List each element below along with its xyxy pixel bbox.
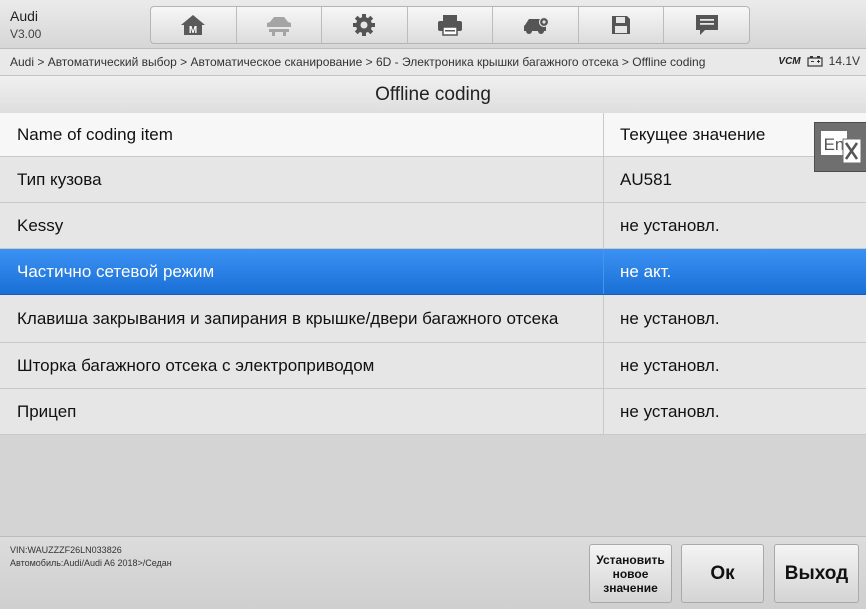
- row-value: не установл.: [620, 308, 720, 328]
- printer-icon: [438, 15, 463, 36]
- column-header-name: Name of coding item: [0, 113, 604, 156]
- table-row[interactable]: Шторка багажного отсека с электроприводо…: [0, 343, 866, 389]
- breadcrumb-bar: Audi > Автоматический выбор > Автоматиче…: [0, 49, 866, 76]
- voltage-readout: 14.1V: [828, 54, 860, 68]
- row-name: Тип кузова: [0, 157, 604, 202]
- translate-label: En: [823, 135, 844, 154]
- status-area: VCM 14.1V: [778, 54, 860, 68]
- app-name: Audi: [10, 8, 39, 24]
- toolbar: M: [150, 6, 750, 44]
- row-name: Kessy: [0, 203, 604, 248]
- home-m-icon: M: [181, 15, 206, 36]
- app-version: V3.00: [10, 27, 42, 41]
- top-bar: Audi V3.00 M: [0, 0, 866, 49]
- coding-table: Name of coding item Текущее значение Тип…: [0, 113, 866, 435]
- save-button[interactable]: [579, 7, 665, 43]
- ok-button[interactable]: Ок: [681, 544, 764, 603]
- table-header: Name of coding item Текущее значение: [0, 113, 866, 157]
- row-name: Частично сетевой режим: [0, 249, 604, 294]
- translate-button[interactable]: En: [814, 122, 866, 172]
- row-value: не установл.: [620, 215, 720, 235]
- row-name: Шторка багажного отсека с электроприводо…: [0, 343, 604, 388]
- messages-button[interactable]: [664, 7, 749, 43]
- table-row[interactable]: Тип кузова AU581: [0, 157, 866, 203]
- floppy-disk-icon: [612, 16, 631, 34]
- row-value: не установл.: [620, 355, 720, 375]
- page-title: Offline coding: [0, 76, 866, 114]
- row-name: Прицеп: [0, 389, 604, 434]
- vin-text: VIN:WAUZZZF26LN033826: [10, 545, 122, 555]
- table-row-selected[interactable]: Частично сетевой режим не акт.: [0, 249, 866, 295]
- print-button[interactable]: [408, 7, 494, 43]
- exit-button[interactable]: Выход: [774, 544, 859, 603]
- battery-icon: [807, 56, 823, 67]
- table-row[interactable]: Kessy не установл.: [0, 203, 866, 249]
- vehicle-text: Автомобиль:Audi/Audi A6 2018>/Седан: [10, 558, 172, 568]
- vcm-indicator: VCM: [778, 55, 801, 67]
- vehicle-lift-button[interactable]: [237, 7, 323, 43]
- footer-bar: VIN:WAUZZZF26LN033826 Автомобиль:Audi/Au…: [0, 536, 866, 609]
- gear-icon: [353, 14, 376, 36]
- svg-text:M: M: [189, 25, 197, 36]
- row-value: не акт.: [620, 261, 672, 281]
- car-gear-icon: [523, 16, 549, 34]
- set-new-value-button[interactable]: Установить новое значение: [589, 544, 672, 603]
- car-lift-icon: [266, 17, 291, 36]
- vehicle-service-button[interactable]: [493, 7, 579, 43]
- settings-button[interactable]: [322, 7, 408, 43]
- table-row[interactable]: Прицеп не установл.: [0, 389, 866, 435]
- translate-icon: En: [820, 131, 861, 164]
- home-button[interactable]: M: [151, 7, 237, 43]
- table-row[interactable]: Клавиша закрывания и запирания в крышке/…: [0, 295, 866, 343]
- row-value: не установл.: [620, 401, 720, 421]
- breadcrumb: Audi > Автоматический выбор > Автоматиче…: [10, 55, 706, 69]
- row-name: Клавиша закрывания и запирания в крышке/…: [0, 295, 604, 342]
- chat-icon: [695, 15, 718, 35]
